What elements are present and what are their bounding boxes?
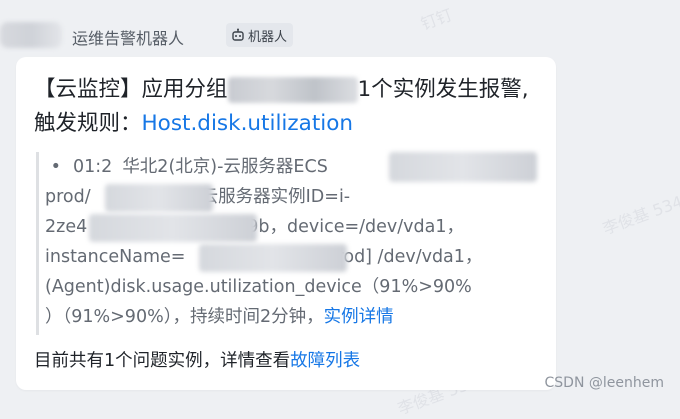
sender-name[interactable]: 运维告警机器人 [72, 25, 184, 49]
instance-detail-link[interactable]: 实例详情 [324, 307, 394, 327]
message-header: 运维告警机器人 机器人 [0, 22, 680, 52]
fault-list-link[interactable]: 故障列表 [290, 351, 360, 371]
redacted-region [89, 214, 257, 242]
detail-line: (Agent)disk.usage.utilization_device（91%… [45, 277, 472, 297]
detail-line: ）（91%>90%），持续时间2分钟，实例详情 [45, 307, 394, 327]
footer-text: 目前共有1个问题实例，详情查看 [34, 351, 291, 371]
alert-title: 【云监控】应用分组 1个实例发生报警, 触发规则：Host.disk.utiliz… [34, 73, 544, 141]
bot-tag-label: 机器人 [248, 29, 288, 45]
robot-icon [232, 28, 244, 41]
redacted-group-name [227, 77, 358, 103]
alert-details-quote: • 01:2 华北2(北京)-云服务器ECS prod/云服务器实例ID=i- 2z… [36, 152, 539, 335]
rule-link[interactable]: Host.disk.utilization [142, 111, 354, 136]
title-prefix: 【云监控】应用分组 [34, 77, 228, 102]
bullet-icon: • [45, 157, 61, 177]
redacted-region [389, 152, 537, 182]
message-card: 【云监控】应用分组 1个实例发生报警, 触发规则：Host.disk.utiliz… [16, 57, 556, 390]
redacted-region [199, 244, 347, 272]
footer-line: 目前共有1个问题实例，详情查看故障列表 [34, 347, 360, 372]
avatar[interactable] [0, 22, 62, 48]
redacted-region [105, 184, 213, 212]
credit-watermark: CSDN @leenhem [544, 375, 664, 391]
bot-badge: 机器人 [226, 23, 294, 47]
watermark-text: 李俊基 5349 [600, 188, 680, 239]
